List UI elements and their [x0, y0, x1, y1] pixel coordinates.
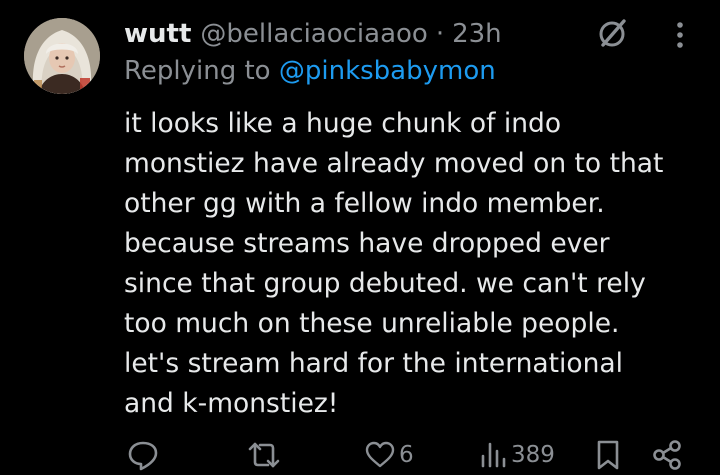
replying-to-label: Replying to [124, 56, 271, 86]
display-name[interactable]: wutt [124, 19, 191, 49]
timestamp[interactable]: 23h [452, 19, 502, 49]
tweet-text-line: since that group debuted. we can't rely [124, 268, 646, 299]
views-button[interactable]: 389 [478, 437, 555, 473]
user-handle[interactable]: @bellaciaociaaoo [200, 19, 427, 49]
share-button[interactable] [650, 437, 684, 473]
tweet-text-line: other gg with a fellow indo member. [124, 188, 605, 219]
avatar[interactable] [24, 18, 100, 94]
tweet[interactable]: wutt @bellaciaociaaoo · 23h Replying to … [0, 0, 720, 475]
views-chart-icon [481, 442, 506, 468]
more-options-icon[interactable] [666, 18, 694, 52]
tweet-text: it looks like a huge chunk of indo monst… [124, 104, 714, 424]
bookmark-icon [597, 440, 619, 470]
reply-button[interactable] [126, 437, 160, 473]
retweet-icon [248, 442, 280, 468]
grok-icon[interactable] [594, 16, 630, 52]
like-button[interactable]: 6 [364, 437, 414, 473]
retweet-button[interactable] [246, 437, 282, 473]
tweet-text-line: too much on these unreliable people. [124, 308, 620, 339]
replying-to-line: Replying to @pinksbabymon [124, 56, 496, 86]
avatar-image [24, 18, 100, 94]
separator-dot: · [435, 19, 445, 49]
tweet-text-line: it looks like a huge chunk of indo [124, 108, 562, 139]
tweet-header: wutt @bellaciaociaaoo · 23h [124, 16, 502, 52]
share-icon [653, 440, 681, 470]
tweet-text-line: and k-monstiez! [124, 388, 339, 419]
heart-icon [365, 441, 395, 468]
tweet-text-line: monstiez have already moved on to that [124, 148, 664, 179]
like-count: 6 [399, 442, 414, 468]
reply-icon [128, 441, 158, 471]
reply-mention-link[interactable]: @pinksbabymon [279, 56, 496, 86]
tweet-text-line: let's stream hard for the international [124, 348, 624, 379]
views-count: 389 [511, 442, 555, 468]
bookmark-button[interactable] [594, 437, 622, 473]
tweet-text-line: because streams have dropped ever [124, 228, 610, 259]
